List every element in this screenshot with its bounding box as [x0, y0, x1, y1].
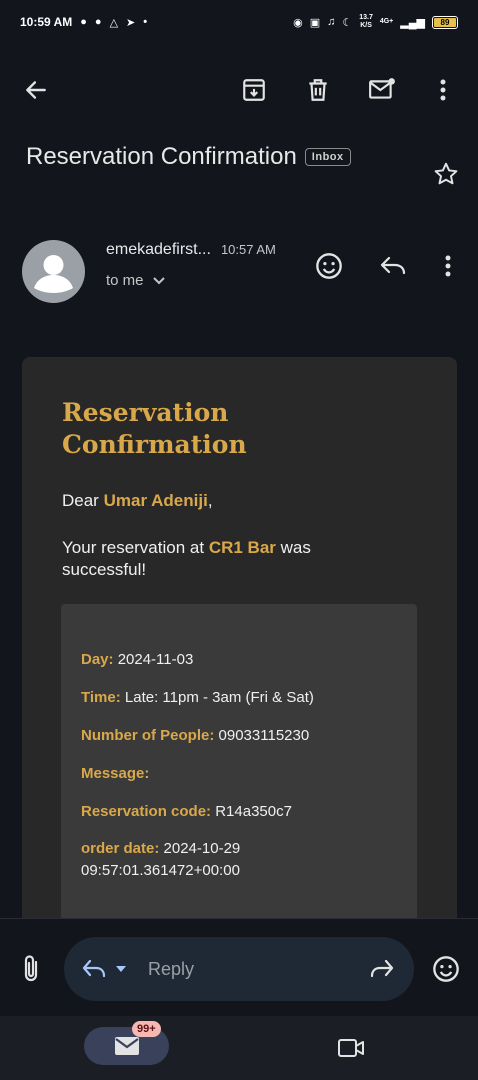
- star-icon[interactable]: [428, 156, 464, 192]
- mail-icon: [114, 1037, 139, 1055]
- venue-name: CR1 Bar: [208, 538, 276, 557]
- reply-options-chevron-icon[interactable]: [110, 951, 132, 987]
- back-arrow-icon[interactable]: [18, 72, 54, 108]
- detail-key: Message:: [81, 765, 150, 782]
- reservation-message: Your reservation at CR1 Bar was successf…: [62, 537, 392, 581]
- chevron-down-icon: [152, 276, 165, 284]
- battery-level: 89: [434, 17, 456, 27]
- detail-time: Time: Late: 11pm - 3am (Fri & Sat): [81, 687, 391, 709]
- status-bar: 10:59 AM ● ● △ ➤ • ◉ ▣ ♫ ☾ 13.7 K/S 4G+ …: [0, 0, 478, 44]
- archive-icon[interactable]: [236, 72, 272, 108]
- greeting-text: Dear: [62, 491, 99, 510]
- inbox-label-chip[interactable]: Inbox: [304, 148, 351, 166]
- reservation-details-box: Day: 2024-11-03 Time: Late: 11pm - 3am (…: [61, 604, 417, 957]
- network-type: 4G+: [379, 18, 394, 25]
- detail-number-of-people: Number of People: 09033115230: [81, 725, 391, 747]
- emoji-icon[interactable]: [311, 248, 347, 284]
- status-left: 10:59 AM ● ● △ ➤ •: [20, 15, 147, 29]
- dnd-moon-icon: ☾: [342, 16, 353, 29]
- speed-value: 13.7: [359, 14, 373, 21]
- compose-emoji-icon[interactable]: [428, 951, 464, 987]
- reply-input[interactable]: Reply: [64, 937, 414, 1001]
- signal-icon: ▂▄▆: [400, 16, 425, 29]
- more-vert-icon[interactable]: [425, 72, 461, 108]
- unread-count-badge: 99+: [132, 1021, 161, 1037]
- greeting-line: Dear Umar Adeniji,: [62, 491, 213, 511]
- customer-name: Umar Adeniji: [103, 491, 208, 510]
- nav-meet-tab[interactable]: [333, 1030, 369, 1066]
- detail-order-date: order date: 2024-10-29 09:57:01.361472+0…: [81, 838, 391, 882]
- chat-icon: ●: [94, 16, 102, 28]
- email-subject: Reservation Confirmation Inbox: [26, 143, 351, 171]
- speed-unit: K/S: [360, 22, 372, 29]
- action-bar: [0, 70, 478, 110]
- telegram-icon: ➤: [126, 16, 136, 29]
- detail-key: order date:: [81, 840, 160, 857]
- detail-value: 09033115230: [218, 727, 310, 744]
- recipient-toggle[interactable]: to me: [106, 272, 166, 289]
- sent-time: 10:57 AM: [220, 242, 276, 257]
- detail-value: 2024-11-03: [117, 651, 194, 668]
- reply-area: Reply: [0, 918, 478, 1016]
- attachment-icon[interactable]: [13, 951, 49, 987]
- detail-day: Day: 2024-11-03: [81, 649, 391, 671]
- greeting-suffix: ,: [207, 491, 213, 510]
- nav-mail-tab[interactable]: 99+: [84, 1021, 169, 1065]
- video-icon: [338, 1039, 364, 1057]
- detail-key: Day:: [81, 651, 114, 668]
- detail-key: Time:: [81, 689, 121, 706]
- reply-mode-icon[interactable]: [76, 951, 112, 987]
- status-time: 10:59 AM: [20, 15, 73, 29]
- nfc-icon: ▣: [309, 16, 321, 29]
- sender-name: emekadefirst...: [106, 241, 211, 258]
- message-more-icon[interactable]: [430, 248, 466, 284]
- bottom-nav: 99+: [0, 1016, 478, 1080]
- snapchat-icon: ●: [80, 16, 87, 28]
- detail-reservation-code: Reservation code: R14a350c7: [81, 801, 391, 823]
- person-icon: [34, 255, 73, 293]
- sender-row[interactable]: emekadefirst... 10:57 AM: [106, 241, 276, 259]
- reply-placeholder: Reply: [148, 959, 195, 979]
- detail-value: Late: 11pm - 3am (Fri & Sat): [124, 689, 314, 706]
- mail-unread-icon[interactable]: [364, 72, 400, 108]
- trash-icon[interactable]: [300, 72, 336, 108]
- detail-key: Reservation code:: [81, 803, 212, 820]
- email-body-card: Reservation Confirmation Dear Umar Adeni…: [22, 357, 457, 957]
- subject-text: Reservation Confirmation: [26, 143, 297, 170]
- hanger-icon: △: [109, 16, 119, 29]
- recipient-text: to me: [106, 272, 144, 289]
- more-notifications-icon: •: [143, 16, 148, 28]
- sender-avatar[interactable]: [22, 240, 85, 303]
- data-saver-icon: ◉: [293, 16, 303, 29]
- detail-value: R14a350c7: [215, 803, 292, 820]
- network-speed: 13.7 K/S: [359, 14, 373, 30]
- reply-icon[interactable]: [375, 248, 411, 284]
- forward-icon[interactable]: [364, 951, 400, 987]
- mute-icon: ♫: [327, 16, 336, 28]
- message-prefix: Your reservation at: [62, 538, 205, 557]
- battery-icon: 89: [432, 15, 458, 29]
- detail-message: Message:: [81, 763, 391, 785]
- detail-key: Number of People:: [81, 727, 215, 744]
- body-heading: Reservation Confirmation: [62, 398, 247, 459]
- status-right: ◉ ▣ ♫ ☾ 13.7 K/S 4G+ ▂▄▆ 89: [293, 14, 458, 30]
